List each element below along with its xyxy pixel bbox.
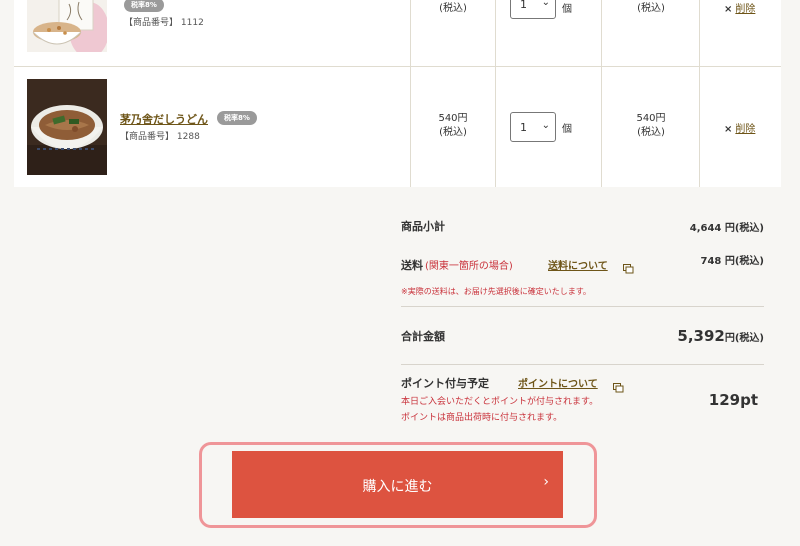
shipping-label: 送料 <box>401 259 423 272</box>
product-code: 【商品番号】 1288 <box>120 132 200 142</box>
product-code: 【商品番号】 1112 <box>124 18 204 28</box>
chevron-right-icon: › <box>543 474 549 490</box>
tax-rate-badge: 税率8% <box>124 0 164 12</box>
quantity-unit: 個 <box>562 124 572 135</box>
item-subtotal: (税込) <box>637 3 665 14</box>
tax-rate-badge: 税率8% <box>217 111 257 125</box>
subtotal-value: 4,644 円(税込) <box>689 223 764 234</box>
product-image[interactable] <box>27 79 107 175</box>
points-info-link[interactable]: ポイントについて <box>518 375 598 390</box>
cart-table: 税率8% 【商品番号】 1112 (税込) 1 ⌄ 個 (税込) × 削除 茅乃舎だ… <box>14 0 781 187</box>
shipping-disclaimer: ※実際の送料は、お届け先選択後に確定いたします。 <box>401 287 591 296</box>
shipping-value: 748 円(税込) <box>700 256 765 267</box>
product-name-link[interactable]: 茅乃舎だしうどん <box>120 111 208 127</box>
cart-item-row: 茅乃舎だしうどん 税率8% 【商品番号】 1288 540円 (税込) 1 ⌄ 個 … <box>14 67 781 187</box>
subtotal-label: 商品小計 <box>401 220 445 233</box>
divider <box>401 306 764 307</box>
points-note: ポイントは商品出荷時に付与されます。 <box>401 413 563 423</box>
quantity-unit: 個 <box>562 4 572 15</box>
delete-item-button[interactable]: × 削除 <box>724 0 755 15</box>
chevron-down-icon: ⌄ <box>541 0 550 8</box>
quantity-select[interactable]: 1 ⌄ <box>510 112 556 142</box>
quantity-select[interactable]: 1 ⌄ <box>510 0 556 19</box>
shipping-note: (関東一箇所の場合) <box>425 261 513 272</box>
delete-item-button[interactable]: × 削除 <box>724 120 755 135</box>
points-value: 129pt <box>708 391 758 409</box>
item-subtotal: 540円 (税込) <box>636 113 666 138</box>
cart-item-row: 税率8% 【商品番号】 1112 (税込) 1 ⌄ 個 (税込) × 削除 <box>14 0 781 67</box>
external-window-icon <box>623 259 634 278</box>
unit-price: 540円 (税込) <box>438 113 468 138</box>
external-window-icon <box>613 378 624 397</box>
shipping-info-link[interactable]: 送料について <box>548 257 608 272</box>
divider <box>401 364 764 365</box>
close-icon: × <box>724 124 733 135</box>
total-label: 合計金額 <box>401 330 445 343</box>
unit-price: (税込) <box>439 3 467 14</box>
proceed-to-checkout-button[interactable]: 購入に進む › <box>232 451 563 518</box>
chevron-down-icon: ⌄ <box>541 120 550 131</box>
points-label: ポイント付与予定 <box>401 377 489 390</box>
close-icon: × <box>724 4 733 15</box>
points-note: 本日ご入会いただくとポイントが付与されます。 <box>401 397 599 407</box>
product-image[interactable] <box>27 0 107 52</box>
total-value: 5,392円(税込) <box>677 327 764 345</box>
